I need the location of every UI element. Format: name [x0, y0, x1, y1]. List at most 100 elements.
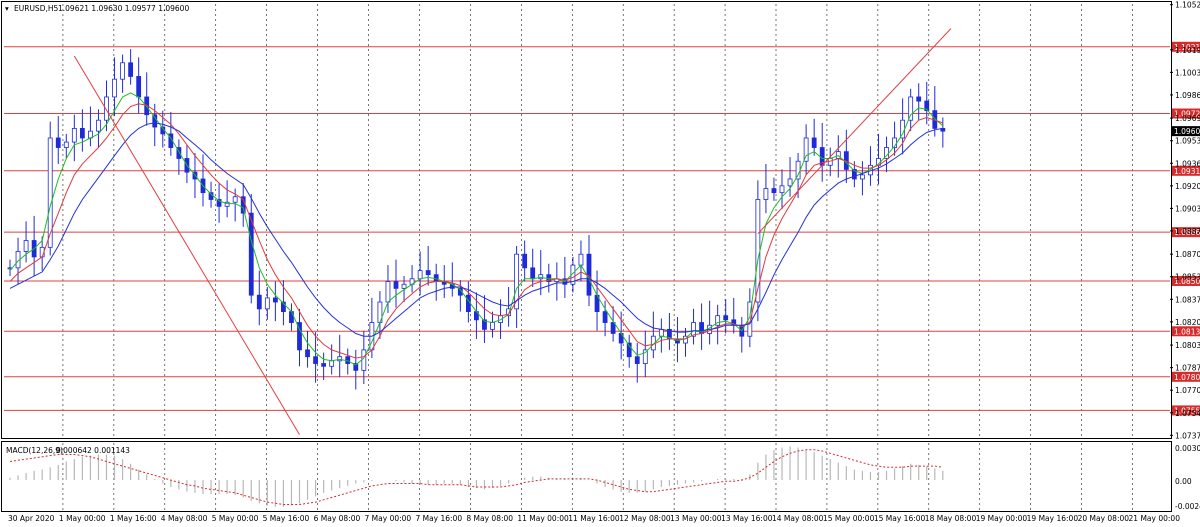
candle-body — [908, 96, 914, 121]
time-tick-label: 7 May 16:00 — [415, 514, 462, 523]
macd-panel-frame — [1, 441, 1172, 512]
time-tick-label: 11 May 00:00 — [517, 514, 569, 523]
candle-body — [723, 315, 729, 321]
macd-header: MACD(12,26,9) 0.000642 0.001143 — [6, 446, 130, 455]
time-tick-label: 18 May 08:00 — [925, 514, 977, 523]
trend-lines — [73, 28, 952, 435]
price-tick-label: 1.08870 — [1175, 227, 1200, 236]
price-tick-label: 1.09695 — [1175, 114, 1200, 123]
candle-body — [538, 274, 544, 280]
price-tick-label: 1.09865 — [1175, 91, 1200, 100]
time-tick-label: 14 May 08:00 — [772, 514, 824, 523]
time-tick-label: 6 May 08:00 — [314, 514, 361, 523]
time-tick-label: 13 May 16:00 — [721, 514, 773, 523]
price-tick-label: 1.07870 — [1175, 364, 1200, 373]
price-tick-label: 1.08205 — [1175, 318, 1200, 327]
candle-body — [152, 114, 158, 128]
candle-body — [578, 253, 584, 266]
time-tick-label: 5 May 16:00 — [263, 514, 310, 523]
header-arrow-icon: ▾ — [5, 4, 9, 13]
current-price-label: 1.09600 — [1174, 127, 1200, 136]
candle-body — [634, 356, 640, 364]
time-tick-label: 4 May 08:00 — [161, 514, 208, 523]
level-price-label: 1.08136 — [1174, 327, 1200, 336]
candle-body — [272, 297, 278, 303]
macd-scale-zero: 0.00 — [1175, 477, 1192, 486]
candle-body — [248, 212, 254, 296]
price-panel-frame — [1, 1, 1172, 439]
time-tick-label: 5 May 00:00 — [212, 514, 259, 523]
candle-body — [96, 119, 101, 132]
time-tick-label: 19 May 16:00 — [1027, 514, 1079, 523]
time-tick-label: 21 May 00:00 — [1129, 514, 1181, 523]
candle-body — [522, 253, 528, 269]
candle-body — [425, 270, 431, 276]
grid-layer — [62, 4, 1133, 511]
candle-body — [385, 281, 391, 303]
trend-line — [73, 55, 300, 435]
macd-label: MACD(12,26,9) — [6, 446, 63, 455]
candle-body — [256, 294, 262, 310]
time-tick-label: 7 May 00:00 — [365, 514, 412, 523]
time-tick-label: 15 May 16:00 — [874, 514, 926, 523]
candle-body — [916, 96, 922, 102]
time-tick-label: 30 Apr 2020 — [8, 514, 55, 523]
horizontal-levels: 1.102171.097291.093101.088611.085041.081… — [4, 41, 1200, 416]
time-tick-label: 1 May 16:00 — [110, 514, 157, 523]
candle-body — [79, 128, 85, 139]
price-tick-label: 1.07375 — [1175, 431, 1200, 440]
candle-body — [232, 196, 238, 203]
price-tick-label: 1.10030 — [1175, 68, 1200, 77]
price-tick-label: 1.08370 — [1175, 295, 1200, 304]
price-tick-label: 1.07540 — [1175, 409, 1200, 418]
candle-body — [321, 363, 327, 367]
candle-body — [128, 62, 134, 77]
price-tick-label: 1.09530 — [1175, 137, 1200, 146]
candle-body — [361, 349, 367, 371]
candle-body — [63, 141, 69, 148]
price-tick-label: 1.09365 — [1175, 159, 1200, 168]
candle-body — [329, 360, 335, 367]
candle-body — [136, 76, 142, 98]
candle-body — [771, 188, 777, 194]
candle-body — [112, 78, 117, 98]
candle-body — [55, 137, 61, 148]
candle-body — [763, 188, 769, 200]
time-tick-label: 20 May 08:00 — [1078, 514, 1130, 523]
price-tick-label: 1.08700 — [1175, 250, 1200, 259]
price-tick-label: 1.07705 — [1175, 386, 1200, 395]
candle-body — [305, 349, 310, 358]
candle-body — [23, 240, 29, 252]
candle-body — [417, 270, 423, 280]
candle-body — [490, 322, 495, 330]
time-tick-label: 19 May 00:00 — [976, 514, 1028, 523]
candle-body — [71, 128, 77, 143]
time-tick-label: 15 May 00:00 — [823, 514, 875, 523]
macd-values: 0.000642 0.001143 — [56, 446, 130, 455]
candle-body — [313, 356, 318, 364]
candle-body — [811, 137, 817, 148]
time-axis: 30 Apr 2020 1 May 00:00 1 May 16:00 4 May 0… — [8, 514, 1180, 523]
price-tick-label: 1.08535 — [1175, 273, 1200, 282]
candle-body — [264, 297, 270, 310]
price-tick-label: 1.10195 — [1175, 46, 1200, 55]
macd-scale-bottom: -0.00249 — [1175, 502, 1200, 511]
macd-layer — [9, 446, 944, 507]
candle-body — [337, 356, 343, 362]
candle-body — [530, 267, 536, 280]
level-price-label: 1.07803 — [1174, 373, 1200, 382]
macd-scale-top: 0.003016 — [1175, 444, 1200, 453]
candles — [7, 49, 946, 390]
price-tick-label: 1.08035 — [1175, 341, 1200, 350]
macd-signal-line — [9, 449, 943, 505]
time-tick-label: 1 May 00:00 — [59, 514, 106, 523]
candle-body — [779, 185, 785, 194]
time-tick-label: 12 May 08:00 — [619, 514, 671, 523]
macd-scale: 0.003016 0.00 -0.00249 — [1175, 444, 1200, 511]
candle-body — [289, 311, 294, 323]
ohlc-values: 1.09621 1.09630 1.09577 1.09600 — [58, 4, 189, 13]
candle-body — [586, 253, 592, 296]
candle-body — [658, 328, 664, 337]
chart-header: ▾ EURUSD,H5 1.09621 1.09630 1.09577 1.09… — [5, 4, 189, 13]
candle-body — [787, 178, 793, 187]
